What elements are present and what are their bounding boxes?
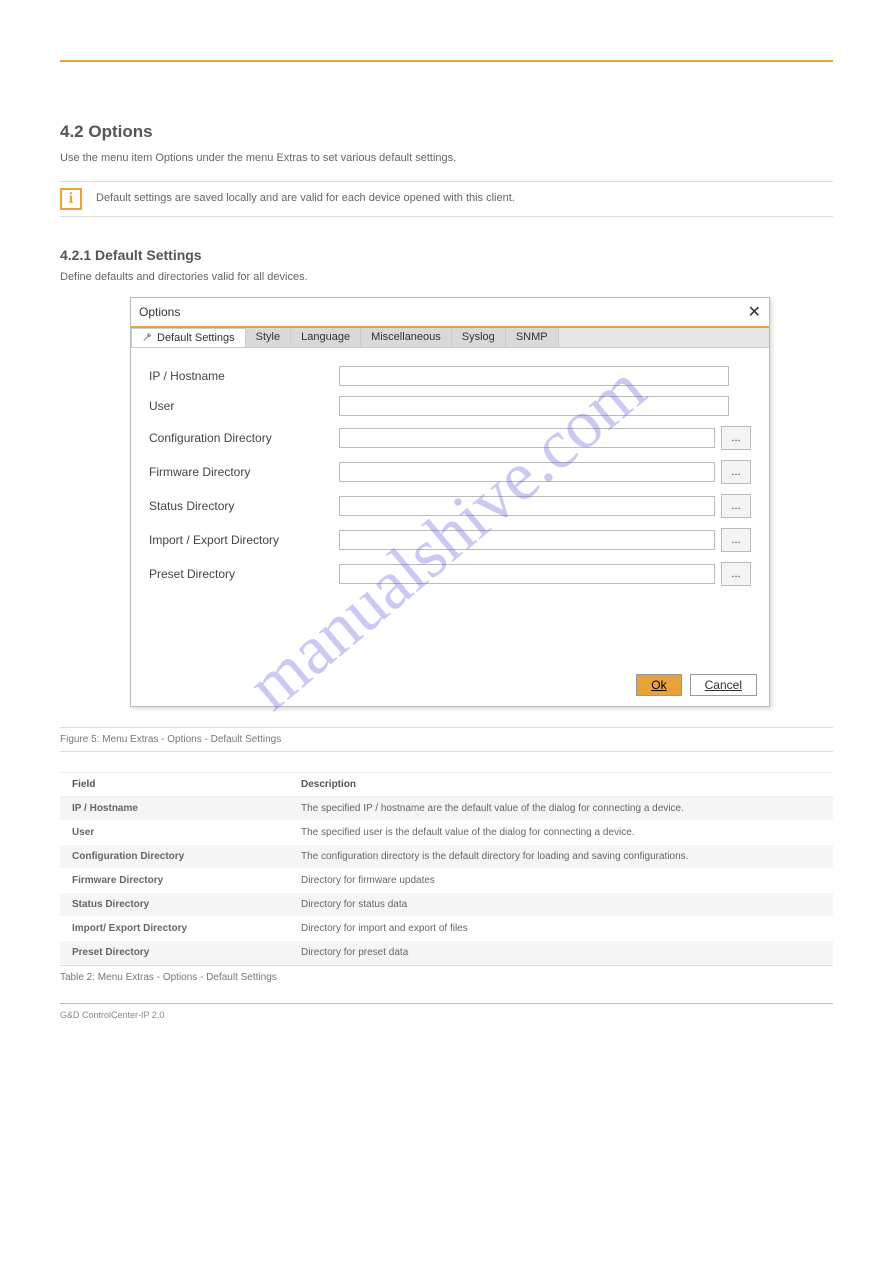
tab-label: SNMP	[516, 331, 548, 343]
iedir-field[interactable]	[339, 530, 715, 550]
cell-desc: Directory for import and export of files	[289, 916, 833, 940]
predir-field[interactable]	[339, 564, 715, 584]
label-iedir: Import / Export Directory	[149, 533, 339, 547]
info-text: Default settings are saved locally and a…	[96, 188, 515, 204]
browse-iedir-button[interactable]: ...	[721, 528, 751, 552]
bottom-rule	[60, 1003, 833, 1004]
tab-style[interactable]: Style	[246, 328, 291, 347]
stdir-field[interactable]	[339, 496, 715, 516]
tab-label: Language	[301, 331, 350, 343]
cell-desc: The configuration directory is the defau…	[289, 844, 833, 868]
tab-label: Default Settings	[157, 332, 235, 344]
table-row: IP / Hostname The specified IP / hostnam…	[60, 796, 833, 820]
tab-syslog[interactable]: Syslog	[452, 328, 506, 347]
cell-field: Configuration Directory	[60, 844, 289, 868]
options-dialog: Options ✕ Default Settings Style Languag…	[130, 297, 770, 707]
table-row: Firmware Directory Directory for firmwar…	[60, 868, 833, 892]
tabbar: Default Settings Style Language Miscella…	[131, 328, 769, 348]
tab-miscellaneous[interactable]: Miscellaneous	[361, 328, 452, 347]
label-ip: IP / Hostname	[149, 369, 339, 383]
section-sub: Use the menu item Options under the menu…	[60, 150, 833, 167]
fwdir-field[interactable]	[339, 462, 715, 482]
tab-language[interactable]: Language	[291, 328, 361, 347]
cell-desc: The specified IP / hostname are the defa…	[289, 796, 833, 820]
header-rule	[60, 60, 833, 62]
cell-field: Preset Directory	[60, 940, 289, 964]
cell-field: Firmware Directory	[60, 868, 289, 892]
info-box: i Default settings are saved locally and…	[60, 181, 833, 217]
footer-text: G&D ControlCenter-IP 2.0	[60, 1010, 833, 1020]
label-user: User	[149, 399, 339, 413]
label-stdir: Status Directory	[149, 499, 339, 513]
cancel-button[interactable]: Cancel	[690, 674, 757, 696]
dialog-title: Options	[139, 305, 180, 319]
cell-desc: Directory for status data	[289, 892, 833, 916]
subsection-heading: 4.2.1 Default Settings	[60, 247, 833, 263]
tab-label: Miscellaneous	[371, 331, 441, 343]
ok-button[interactable]: Ok	[636, 674, 681, 696]
ip-field[interactable]	[339, 366, 729, 386]
cell-desc: Directory for preset data	[289, 940, 833, 964]
table-caption: Table 2: Menu Extras - Options - Default…	[60, 965, 833, 983]
info-icon: i	[60, 188, 82, 210]
tab-label: Syslog	[462, 331, 495, 343]
subsection-text: Define defaults and directories valid fo…	[60, 271, 833, 283]
tab-label: Style	[256, 331, 280, 343]
label-cfgdir: Configuration Directory	[149, 431, 339, 445]
browse-fwdir-button[interactable]: ...	[721, 460, 751, 484]
tab-snmp[interactable]: SNMP	[506, 328, 559, 347]
close-icon[interactable]: ✕	[748, 302, 761, 322]
table-row: Preset Directory Directory for preset da…	[60, 940, 833, 964]
wrench-icon	[142, 332, 153, 343]
tab-default-settings[interactable]: Default Settings	[131, 328, 246, 347]
table-row: Import/ Export Directory Directory for i…	[60, 916, 833, 940]
table-row: User The specified user is the default v…	[60, 820, 833, 844]
cfgdir-field[interactable]	[339, 428, 715, 448]
th-desc: Description	[289, 772, 833, 796]
label-predir: Preset Directory	[149, 567, 339, 581]
browse-predir-button[interactable]: ...	[721, 562, 751, 586]
cell-field: Status Directory	[60, 892, 289, 916]
table-row: Configuration Directory The configuratio…	[60, 844, 833, 868]
cell-desc: The specified user is the default value …	[289, 820, 833, 844]
cell-field: Import/ Export Directory	[60, 916, 289, 940]
cell-desc: Directory for firmware updates	[289, 868, 833, 892]
section-heading: 4.2 Options	[60, 122, 833, 142]
user-field[interactable]	[339, 396, 729, 416]
label-fwdir: Firmware Directory	[149, 465, 339, 479]
cell-field: IP / Hostname	[60, 796, 289, 820]
th-field: Field	[60, 772, 289, 796]
figure-caption: Figure 5: Menu Extras - Options - Defaul…	[60, 727, 833, 752]
cell-field: User	[60, 820, 289, 844]
browse-cfgdir-button[interactable]: ...	[721, 426, 751, 450]
description-table: Field Description IP / Hostname The spec…	[60, 772, 833, 965]
table-row: Status Directory Directory for status da…	[60, 892, 833, 916]
browse-stdir-button[interactable]: ...	[721, 494, 751, 518]
